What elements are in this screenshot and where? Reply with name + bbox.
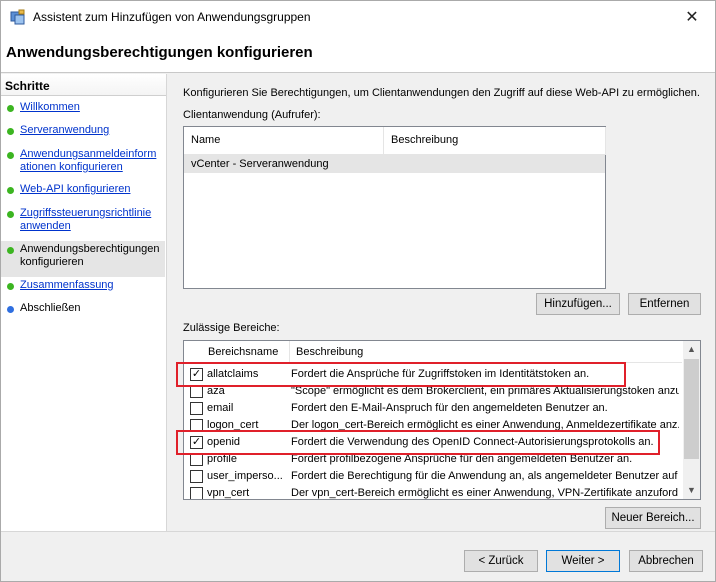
step-label: Abschließen xyxy=(20,302,81,314)
step-item-finish: Abschließen xyxy=(1,302,165,315)
scope-checkbox[interactable] xyxy=(190,453,203,466)
scope-name: aza xyxy=(207,385,225,397)
scope-description: Der vpn_cert-Bereich ermöglicht es einer… xyxy=(291,487,679,499)
step-label[interactable]: Anwendungsberechtigungen konfigurieren xyxy=(20,243,162,269)
list-item[interactable]: ✓ openid Fordert die Verwendung des Open… xyxy=(184,434,682,451)
table-row[interactable]: vCenter - Serveranwendung xyxy=(184,155,605,173)
pending-dot-icon xyxy=(7,306,14,313)
cancel-button[interactable]: Abbrechen xyxy=(629,550,703,572)
client-list[interactable]: Name Beschreibung vCenter - Serveranwend… xyxy=(183,126,606,289)
scope-checkbox[interactable] xyxy=(190,487,203,499)
new-scope-button[interactable]: Neuer Bereich... xyxy=(605,507,701,529)
scroll-down-icon[interactable]: ▼ xyxy=(683,482,700,499)
scope-name: user_imperso... xyxy=(207,470,283,482)
done-dot-icon xyxy=(7,211,14,218)
step-label[interactable]: Anwendungsanmeldeinformationen konfiguri… xyxy=(20,148,162,174)
list-item[interactable]: logon_cert Der logon_cert-Bereich ermögl… xyxy=(184,417,682,434)
title-bar: Assistent zum Hinzufügen von Anwendungsg… xyxy=(1,1,715,33)
scope-label: Zulässige Bereiche: xyxy=(183,322,280,334)
done-dot-icon xyxy=(7,283,14,290)
scope-description: "Scope" ermöglicht es dem Brokerclient, … xyxy=(291,385,679,397)
steps-heading: Schritte xyxy=(1,74,166,96)
done-dot-icon xyxy=(7,128,14,135)
remove-button[interactable]: Entfernen xyxy=(628,293,701,315)
scope-description: Fordert den E-Mail-Anspruch für den ange… xyxy=(291,402,608,414)
list-item[interactable]: ✓ allatclaims Fordert die Ansprüche für … xyxy=(184,366,682,383)
scope-name: allatclaims xyxy=(207,368,259,380)
scope-header: Bereichsname Beschreibung xyxy=(184,341,682,363)
column-header-description[interactable]: Beschreibung xyxy=(384,127,606,155)
client-label: Clientanwendung (Aufrufer): xyxy=(183,109,321,121)
scope-checkbox[interactable] xyxy=(190,419,203,432)
close-button[interactable]: ✕ xyxy=(669,1,715,33)
list-item[interactable]: vpn_cert Der vpn_cert-Bereich ermöglicht… xyxy=(184,485,682,499)
step-item-serveranwendung[interactable]: Serveranwendung xyxy=(1,124,165,137)
footer-divider xyxy=(1,531,715,532)
scope-checkbox[interactable]: ✓ xyxy=(190,436,203,449)
scope-checkbox[interactable] xyxy=(190,385,203,398)
scope-list[interactable]: Bereichsname Beschreibung ✓ allatclaims … xyxy=(183,340,701,500)
step-label[interactable]: Zugriffssteuerungsrichtlinie anwenden xyxy=(20,207,152,233)
scope-name: profile xyxy=(207,453,237,465)
step-item-willkommen[interactable]: Willkommen xyxy=(1,101,165,114)
scope-description: Fordert profilbezogene Ansprüche für den… xyxy=(291,453,633,465)
steps-panel: Schritte Willkommen Serveranwendung Anwe… xyxy=(1,74,167,531)
step-item-credentials[interactable]: Anwendungsanmeldeinformationen konfiguri… xyxy=(1,148,165,174)
close-icon[interactable]: ✕ xyxy=(685,7,698,27)
step-label[interactable]: Web-API konfigurieren xyxy=(20,183,130,196)
client-name: vCenter - Serveranwendung xyxy=(191,158,329,170)
main-content: Konfigurieren Sie Berechtigungen, um Cli… xyxy=(168,74,715,531)
step-item-summary[interactable]: Zusammenfassung xyxy=(1,279,165,292)
step-label[interactable]: Zusammenfassung xyxy=(20,279,114,292)
step-label[interactable]: Willkommen xyxy=(20,101,80,114)
step-label[interactable]: Serveranwendung xyxy=(20,124,109,137)
scope-description: Der logon_cert-Bereich ermöglicht es ein… xyxy=(291,419,679,431)
list-item[interactable]: user_imperso... Fordert die Berechtigung… xyxy=(184,468,682,485)
step-item-access-policy[interactable]: Zugriffssteuerungsrichtlinie anwenden xyxy=(1,207,165,233)
scope-name: vpn_cert xyxy=(207,487,250,499)
list-item[interactable]: profile Fordert profilbezogene Ansprüche… xyxy=(184,451,682,468)
scope-name: logon_cert xyxy=(207,419,259,431)
scope-name: email xyxy=(207,402,234,414)
column-header-name[interactable]: Name xyxy=(184,127,384,155)
list-item[interactable]: email Fordert den E-Mail-Anspruch für de… xyxy=(184,400,682,417)
column-header-scope-description[interactable]: Beschreibung xyxy=(290,341,682,363)
intro-text: Konfigurieren Sie Berechtigungen, um Cli… xyxy=(183,87,700,99)
scrollbar[interactable]: ▲ ▼ xyxy=(683,341,700,499)
scope-checkbox[interactable] xyxy=(190,470,203,483)
scope-description: Fordert die Berechtigung für die Anwendu… xyxy=(291,470,679,482)
app-group-icon xyxy=(10,9,25,25)
scope-description: Fordert die Ansprüche für Zugriffstoken … xyxy=(291,368,590,380)
scope-name: openid xyxy=(207,436,241,448)
next-button[interactable]: Weiter > xyxy=(546,550,620,572)
add-button[interactable]: Hinzufügen... xyxy=(536,293,620,315)
scope-description: Fordert die Verwendung des OpenID Connec… xyxy=(291,436,654,448)
page-title: Anwendungsberechtigungen konfigurieren xyxy=(6,44,313,61)
list-item[interactable]: aza "Scope" ermöglicht es dem Brokerclie… xyxy=(184,383,682,400)
done-dot-icon xyxy=(7,187,14,194)
wizard-window: Assistent zum Hinzufügen von Anwendungsg… xyxy=(0,0,716,582)
step-item-web-api[interactable]: Web-API konfigurieren xyxy=(1,183,165,196)
done-dot-icon xyxy=(7,152,14,159)
page-header: Anwendungsberechtigungen konfigurieren xyxy=(1,33,715,73)
scope-checkbox[interactable] xyxy=(190,402,203,415)
done-dot-icon xyxy=(7,105,14,112)
scope-checkbox[interactable]: ✓ xyxy=(190,368,203,381)
back-button[interactable]: < Zurück xyxy=(464,550,538,572)
scroll-up-icon[interactable]: ▲ xyxy=(683,341,700,358)
scroll-thumb[interactable] xyxy=(684,359,699,459)
window-title: Assistent zum Hinzufügen von Anwendungsg… xyxy=(33,10,311,24)
step-item-permissions[interactable]: Anwendungsberechtigungen konfigurieren xyxy=(1,241,165,277)
done-dot-icon xyxy=(7,247,14,254)
column-header-scope-name[interactable]: Bereichsname xyxy=(202,341,290,363)
